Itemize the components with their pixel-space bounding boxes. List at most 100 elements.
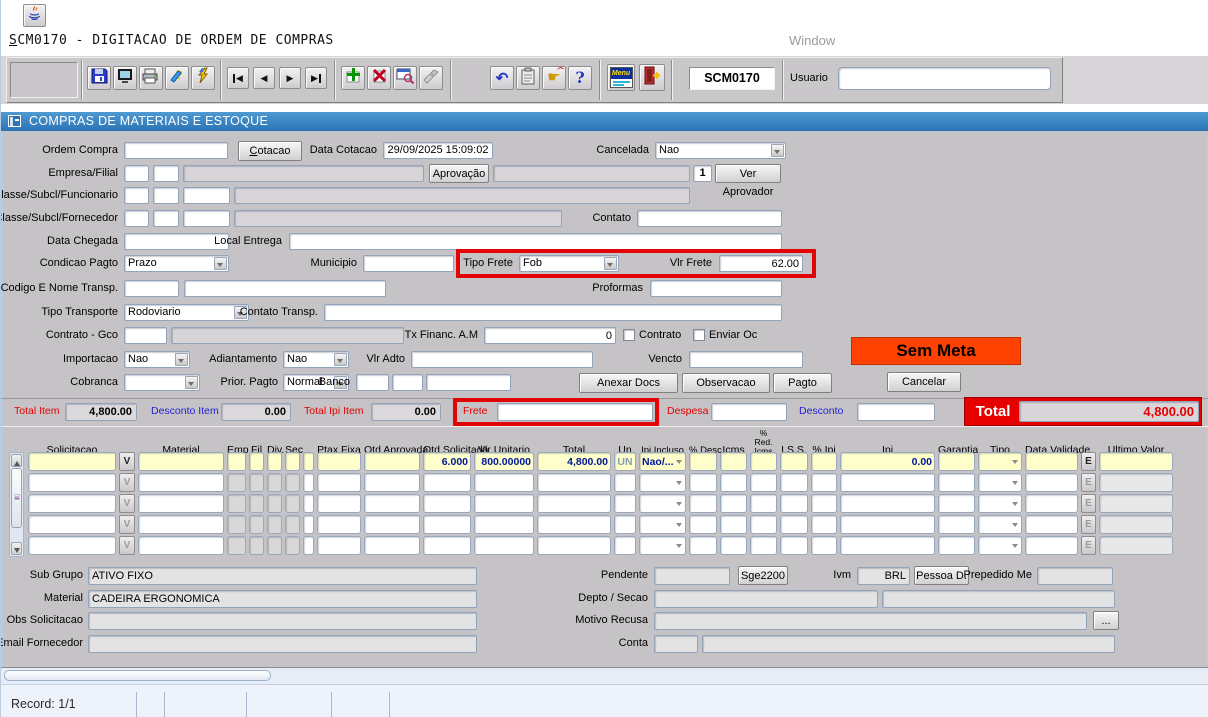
fornecedor-input[interactable] bbox=[183, 210, 230, 227]
cell-tipo-dropdown[interactable] bbox=[978, 515, 1022, 534]
vencto-input[interactable] bbox=[689, 351, 803, 368]
cell-solicitacao[interactable] bbox=[28, 536, 116, 555]
cell-fil[interactable] bbox=[249, 452, 264, 471]
cell-garantia[interactable] bbox=[938, 473, 975, 492]
anexar-docs-button[interactable]: Anexar Docs bbox=[579, 373, 678, 393]
cell-garantia[interactable] bbox=[938, 536, 975, 555]
cell-qtd-aprovada[interactable] bbox=[364, 473, 420, 492]
adiantamento-dropdown[interactable]: Nao bbox=[283, 351, 349, 368]
java-applet-button[interactable] bbox=[23, 4, 46, 27]
chevron-down-icon[interactable] bbox=[771, 144, 784, 157]
cell-data-validade[interactable] bbox=[1025, 494, 1078, 513]
cell-garantia[interactable] bbox=[938, 515, 975, 534]
frete-input[interactable] bbox=[497, 403, 653, 421]
nav-next-button[interactable]: ▶ bbox=[279, 67, 301, 89]
cell-tipo-dropdown[interactable] bbox=[978, 494, 1022, 513]
cell-solicitacao[interactable] bbox=[28, 452, 116, 471]
cell-ipi-incluso-dropdown[interactable]: Nao/... bbox=[639, 452, 686, 471]
cell-qtd-solicitada[interactable] bbox=[423, 515, 471, 534]
cell-iss[interactable] bbox=[780, 515, 808, 534]
usuario-input[interactable] bbox=[838, 67, 1051, 90]
cell-tipo-dropdown[interactable] bbox=[978, 473, 1022, 492]
cell-ipi[interactable] bbox=[840, 536, 935, 555]
subcl-forn-input[interactable] bbox=[153, 210, 179, 227]
nome-transp-input[interactable] bbox=[184, 280, 386, 297]
cell-ipi-incluso-dropdown[interactable] bbox=[639, 494, 686, 513]
contato-transp-input[interactable] bbox=[324, 304, 782, 321]
cell-icms[interactable] bbox=[720, 452, 747, 471]
tx-financ-input[interactable] bbox=[484, 327, 616, 344]
aprovacao-button[interactable]: Aprovação bbox=[429, 164, 489, 183]
cell-ipi-incluso-dropdown[interactable] bbox=[639, 473, 686, 492]
cell-ptax-fixa[interactable] bbox=[317, 452, 361, 471]
cotacao-button[interactable]: Cotacao bbox=[238, 141, 302, 161]
contato-input[interactable] bbox=[637, 210, 782, 227]
cell-extra[interactable] bbox=[303, 473, 314, 492]
cell-vlr-unitario[interactable] bbox=[474, 536, 534, 555]
nav-prev-button[interactable]: ◀ bbox=[253, 67, 275, 89]
cell-pct-red-icms[interactable] bbox=[750, 473, 777, 492]
subcl-func-input[interactable] bbox=[153, 187, 179, 204]
contrato-gco-input[interactable] bbox=[124, 327, 167, 344]
cell-div[interactable] bbox=[267, 452, 282, 471]
exit-button[interactable] bbox=[639, 64, 665, 91]
banco-input-1[interactable] bbox=[356, 374, 389, 391]
cell-solicitacao[interactable] bbox=[28, 515, 116, 534]
cell-vlr-unitario[interactable] bbox=[474, 515, 534, 534]
scrollbar-thumb[interactable] bbox=[11, 468, 22, 528]
banco-input-2[interactable] bbox=[392, 374, 423, 391]
condicao-pagto-dropdown[interactable]: Prazo bbox=[124, 255, 229, 272]
cell-pct-desc[interactable] bbox=[689, 473, 717, 492]
v-button[interactable]: V bbox=[119, 452, 135, 471]
cell-iss[interactable] bbox=[780, 452, 808, 471]
cell-qtd-solicitada[interactable] bbox=[423, 536, 471, 555]
cell-pct-red-icms[interactable] bbox=[750, 494, 777, 513]
cell-vlr-unitario[interactable] bbox=[474, 473, 534, 492]
cell-data-validade[interactable] bbox=[1025, 536, 1078, 555]
cell-ipi[interactable]: 0.00 bbox=[840, 452, 935, 471]
classe-func-input[interactable] bbox=[124, 187, 149, 204]
cell-material[interactable] bbox=[138, 452, 224, 471]
cell-icms[interactable] bbox=[720, 494, 747, 513]
cell-total[interactable] bbox=[537, 494, 611, 513]
cell-qtd-aprovada[interactable] bbox=[364, 494, 420, 513]
chevron-down-icon[interactable] bbox=[185, 376, 198, 389]
local-entrega-input[interactable] bbox=[289, 233, 782, 250]
desconto-input[interactable] bbox=[857, 403, 935, 421]
cell-ipi-incluso-dropdown[interactable] bbox=[639, 515, 686, 534]
cell-tipo-dropdown[interactable] bbox=[978, 536, 1022, 555]
cancelar-button[interactable]: Cancelar bbox=[887, 372, 961, 392]
cell-data-validade[interactable] bbox=[1025, 473, 1078, 492]
cell-pct-ipi[interactable] bbox=[811, 494, 837, 513]
sge2200-button[interactable]: Sge2200 bbox=[738, 566, 788, 585]
cut-button[interactable]: ☛✂ bbox=[542, 66, 566, 90]
cell-vlr-unitario[interactable] bbox=[474, 494, 534, 513]
cell-solicitacao[interactable] bbox=[28, 494, 116, 513]
ver-aprovador-button[interactable]: Ver Aprovador bbox=[715, 164, 781, 183]
cell-data-validade[interactable] bbox=[1025, 452, 1078, 471]
print-button[interactable] bbox=[139, 66, 163, 90]
execute-button[interactable] bbox=[191, 66, 215, 90]
cell-total[interactable] bbox=[537, 515, 611, 534]
cell-iss[interactable] bbox=[780, 536, 808, 555]
cell-icms[interactable] bbox=[720, 536, 747, 555]
ordem-compra-input[interactable] bbox=[124, 142, 228, 159]
cell-emp[interactable] bbox=[227, 452, 246, 471]
enviar-oc-checkbox[interactable] bbox=[693, 329, 705, 341]
help-button[interactable]: ? bbox=[568, 66, 592, 90]
banco-input-3[interactable] bbox=[426, 374, 511, 391]
filial-input[interactable] bbox=[153, 165, 179, 182]
cell-solicitacao[interactable] bbox=[28, 473, 116, 492]
cell-ipi[interactable] bbox=[840, 494, 935, 513]
save-button[interactable] bbox=[87, 66, 111, 90]
cell-material[interactable] bbox=[138, 515, 224, 534]
cell-pct-ipi[interactable] bbox=[811, 515, 837, 534]
despesa-input[interactable] bbox=[711, 403, 787, 421]
cell-garantia[interactable] bbox=[938, 452, 975, 471]
cell-ipi[interactable] bbox=[840, 515, 935, 534]
cell-qtd-aprovada[interactable] bbox=[364, 515, 420, 534]
cell-pct-red-icms[interactable] bbox=[750, 536, 777, 555]
tipo-frete-dropdown[interactable]: Fob bbox=[519, 255, 619, 272]
cell-material[interactable] bbox=[138, 473, 224, 492]
cell-garantia[interactable] bbox=[938, 494, 975, 513]
